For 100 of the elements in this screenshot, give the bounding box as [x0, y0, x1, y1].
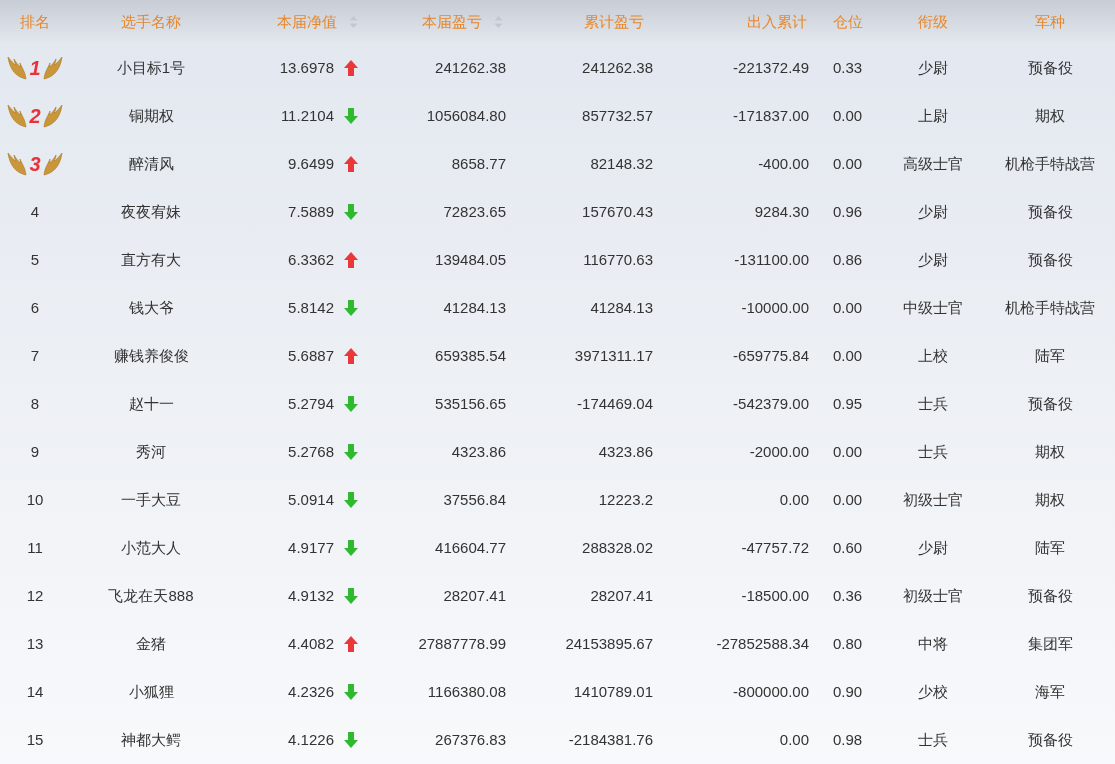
- rank-number: 10: [26, 489, 44, 510]
- grade: 高级士官: [902, 153, 963, 174]
- column-header: 衔级: [917, 11, 948, 32]
- cash-flow: -131100.00: [734, 249, 809, 270]
- branch: 机枪手特战营: [1005, 153, 1095, 174]
- grade: 少尉: [917, 249, 948, 270]
- cumulative-pnl: -2184381.76: [568, 729, 653, 750]
- cumulative-pnl: 157670.43: [582, 201, 653, 222]
- player-name: 秀河: [136, 441, 166, 462]
- grade: 士兵: [917, 441, 948, 462]
- cash-flow: -221372.49: [733, 57, 809, 78]
- grade: 少尉: [917, 57, 948, 78]
- period-pnl: 659385.54: [435, 345, 506, 366]
- position-ratio: 0.80: [832, 633, 863, 654]
- cash-flow: -400.00: [758, 153, 809, 174]
- grade: 士兵: [917, 393, 948, 414]
- net-value: 4.9132: [288, 585, 334, 606]
- branch: 预备役: [1027, 201, 1073, 222]
- wing-icon: [7, 103, 28, 129]
- player-name: 铜期权: [128, 105, 174, 126]
- player-name: 小目标1号: [116, 57, 186, 78]
- sort-icon[interactable]: [494, 15, 503, 29]
- position-ratio: 0.00: [832, 489, 863, 510]
- position-ratio: 0.00: [832, 297, 863, 318]
- position-ratio: 0.95: [832, 393, 863, 414]
- position-ratio: 0.00: [832, 153, 863, 174]
- rank-number: 2: [29, 106, 41, 126]
- cumulative-pnl: 4323.86: [598, 441, 653, 462]
- position-ratio: 0.33: [832, 57, 863, 78]
- branch: 海军: [1035, 681, 1065, 702]
- rank-number: 9: [30, 441, 40, 462]
- player-name: 赵十一: [128, 393, 174, 414]
- net-value: 5.0914: [288, 489, 334, 510]
- rank-number: 6: [30, 297, 40, 318]
- player-name: 赚钱养俊俊: [113, 345, 189, 366]
- period-pnl: 267376.83: [435, 729, 506, 750]
- period-pnl: 4323.86: [451, 441, 506, 462]
- position-ratio: 0.98: [832, 729, 863, 750]
- column-header[interactable]: 本届盈亏: [422, 10, 503, 34]
- cash-flow: -542379.00: [733, 393, 809, 414]
- position-ratio: 0.90: [832, 681, 863, 702]
- rank-number: 14: [26, 681, 44, 702]
- sort-icon[interactable]: [349, 15, 358, 29]
- cumulative-pnl: 41284.13: [590, 297, 653, 318]
- player-name: 醉清风: [128, 153, 174, 174]
- wing-icon: [42, 151, 63, 177]
- position-ratio: 0.60: [832, 537, 863, 558]
- cumulative-pnl: 12223.2: [598, 489, 653, 510]
- grade: 上校: [917, 345, 948, 366]
- cash-flow: -18500.00: [741, 585, 809, 606]
- rank-number: 11: [27, 537, 43, 558]
- period-pnl: 28207.41: [443, 585, 506, 606]
- column-header: 仓位: [832, 11, 863, 32]
- period-pnl: 241262.38: [435, 57, 506, 78]
- player-name: 金猪: [136, 633, 166, 654]
- wing-icon: [7, 55, 28, 81]
- period-pnl: 8658.77: [451, 153, 506, 174]
- wing-icon: [7, 151, 28, 177]
- cumulative-pnl: 1410789.01: [573, 681, 653, 702]
- net-value: 11.2104: [280, 105, 334, 126]
- branch: 集团军: [1027, 633, 1073, 654]
- net-value: 4.1226: [288, 729, 334, 750]
- player-name: 飞龙在天888: [108, 585, 194, 606]
- grade: 中将: [917, 633, 948, 654]
- net-value: 5.6887: [288, 345, 334, 366]
- rank-number: 5: [30, 249, 40, 270]
- grade: 初级士官: [902, 585, 963, 606]
- branch: 预备役: [1027, 393, 1073, 414]
- cash-flow: 9284.30: [754, 201, 809, 222]
- cumulative-pnl: 82148.32: [590, 153, 653, 174]
- branch: 陆军: [1035, 537, 1065, 558]
- cash-flow: -47757.72: [741, 537, 809, 558]
- position-ratio: 0.86: [832, 249, 863, 270]
- cash-flow: 0.00: [779, 729, 809, 750]
- wing-icon: [42, 103, 63, 129]
- cash-flow: 0.00: [779, 489, 809, 510]
- player-name: 小狐狸: [128, 681, 174, 702]
- column-header: 军种: [1035, 11, 1065, 32]
- cumulative-pnl: 3971311.17: [574, 345, 653, 366]
- net-value: 4.4082: [288, 633, 334, 654]
- cash-flow: -10000.00: [741, 297, 809, 318]
- net-value: 7.5889: [288, 201, 334, 222]
- period-pnl: 139484.05: [435, 249, 506, 270]
- cash-flow: -27852588.34: [716, 633, 809, 654]
- net-value: 6.3362: [288, 249, 334, 270]
- grade: 少尉: [917, 201, 948, 222]
- cash-flow: -171837.00: [733, 105, 809, 126]
- cumulative-pnl: 24153895.67: [565, 633, 653, 654]
- grade: 士兵: [917, 729, 948, 750]
- rank-number: 7: [30, 345, 40, 366]
- cash-flow: -2000.00: [749, 441, 809, 462]
- cumulative-pnl: 241262.38: [582, 57, 653, 78]
- rank-number: 3: [29, 154, 41, 174]
- player-name: 夜夜宥妹: [121, 201, 181, 222]
- period-pnl: 27887778.99: [418, 633, 506, 654]
- grade: 初级士官: [902, 489, 963, 510]
- position-ratio: 0.00: [832, 441, 863, 462]
- column-header: 累计盈亏: [584, 11, 644, 32]
- column-header[interactable]: 本届净值: [277, 10, 358, 34]
- cumulative-pnl: 116770.63: [583, 249, 653, 270]
